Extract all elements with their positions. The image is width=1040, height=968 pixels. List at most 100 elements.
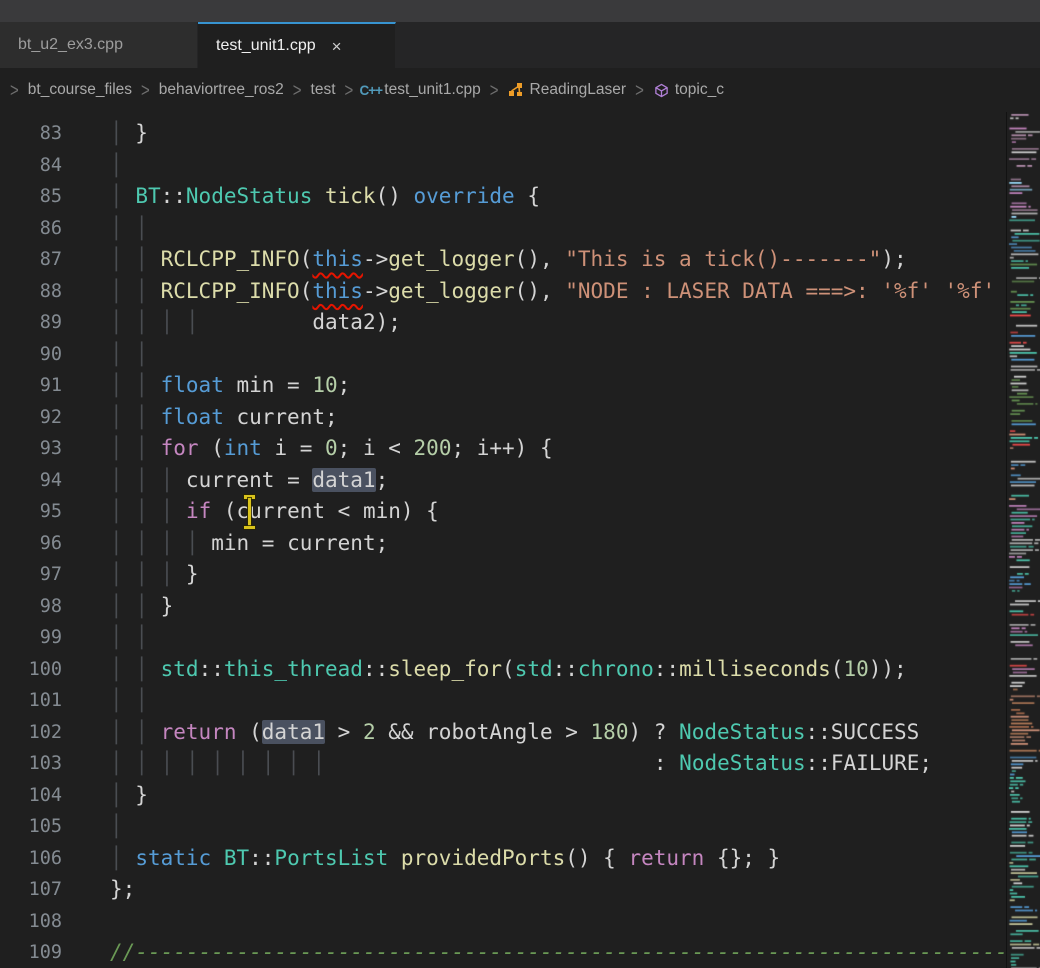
breadcrumb: > bt_course_files > behaviortree_ros2 > test >…: [0, 68, 1040, 112]
code-line-87[interactable]: 87│ │ RCLCPP_INFO(this->get_logger(), "T…: [0, 244, 1040, 276]
code-line-90[interactable]: 90 │ │: [0, 339, 1040, 371]
line-text: │ │ float min = 10;: [110, 370, 350, 402]
breadcrumb-separator: >: [635, 79, 644, 101]
line-number: 86: [0, 213, 62, 245]
close-icon[interactable]: ×: [332, 38, 342, 55]
code-line-91[interactable]: 91 │ │ float min = 10;: [0, 370, 1040, 402]
code-line-100[interactable]: 100│ │ std::this_thread::sleep_for(std::…: [0, 654, 1040, 686]
breadcrumb-item-test[interactable]: test: [311, 81, 336, 99]
code-line-86[interactable]: 86 │ │: [0, 213, 1040, 245]
line-text: │ │ }: [110, 591, 173, 623]
line-text: //--------------------------------------…: [110, 937, 1040, 968]
line-number: 90: [0, 339, 62, 371]
breadcrumb-separator: >: [10, 79, 19, 101]
code-line-107[interactable]: 107};: [0, 874, 1040, 906]
breadcrumb-label: ReadingLaser: [530, 81, 627, 99]
code-line-105[interactable]: 105│: [0, 811, 1040, 843]
line-text: │ │ │ }: [110, 559, 199, 591]
breadcrumb-item-behaviortree_ros2[interactable]: behaviortree_ros2: [159, 81, 284, 99]
code-line-96[interactable]: 96 │ │ │ │ min = current;: [0, 528, 1040, 560]
line-text: │ │ std::this_thread::sleep_for(std::chr…: [110, 654, 907, 686]
breadcrumb-label: bt_course_files: [28, 81, 132, 99]
code-line-106[interactable]: 106│ static BT::PortsList providedPorts(…: [0, 843, 1040, 875]
line-number: 98: [0, 591, 62, 623]
line-text: │ │ │ │ data2);: [110, 307, 401, 339]
mouse-cursor-ibeam: [242, 495, 257, 529]
line-number: 104: [0, 780, 62, 812]
breadcrumb-separator: >: [345, 79, 354, 101]
code-line-98[interactable]: 98 │ │ }: [0, 591, 1040, 623]
line-number: 97: [0, 559, 62, 591]
code-line-88[interactable]: 88│ │ RCLCPP_INFO(this->get_logger(), "N…: [0, 276, 1040, 308]
line-text: │ │: [110, 213, 148, 245]
line-number: 91: [0, 370, 62, 402]
code-line-83[interactable]: 83 │ }: [0, 118, 1040, 150]
line-text: │ │: [110, 685, 148, 717]
line-number: 83: [0, 118, 62, 150]
line-text: │ │ │ │ min = current;: [110, 528, 388, 560]
breadcrumb-label: test: [311, 81, 336, 99]
code-line-104[interactable]: 104 │ }: [0, 780, 1040, 812]
class-symbol-icon: [508, 82, 525, 99]
code-line-89[interactable]: 89 │ │ │ │ data2);: [0, 307, 1040, 339]
line-number: 92: [0, 402, 62, 434]
tab-label: test_unit1.cpp: [216, 37, 316, 55]
line-text: │ }: [110, 118, 148, 150]
line-text: │ static BT::PortsList providedPorts() {…: [110, 843, 780, 875]
line-text: │ BT::NodeStatus tick() override {: [110, 181, 540, 213]
breadcrumb-item-test_unit1.cpp[interactable]: C++ test_unit1.cpp: [362, 81, 481, 99]
line-number: 108: [0, 906, 62, 938]
line-number: 103: [0, 748, 62, 780]
line-number: 93: [0, 433, 62, 465]
line-number: 84: [0, 150, 62, 182]
field-symbol-icon: [653, 82, 670, 99]
code-line-99[interactable]: 99 │ │: [0, 622, 1040, 654]
line-number: 96: [0, 528, 62, 560]
breadcrumb-separator: >: [293, 79, 302, 101]
breadcrumb-item-bt_course_files[interactable]: bt_course_files: [28, 81, 132, 99]
breadcrumb-item-ReadingLaser[interactable]: ReadingLaser: [508, 81, 627, 99]
vscode-window: bt_u2_ex3.cpp test_unit1.cpp × > bt_cours…: [0, 0, 1040, 968]
line-text: │ │ float current;: [110, 402, 338, 434]
breadcrumb-label: test_unit1.cpp: [384, 81, 481, 99]
tab-bt_u2_ex3.cpp[interactable]: bt_u2_ex3.cpp: [0, 22, 198, 68]
code-line-85[interactable]: 85 │ BT::NodeStatus tick() override {: [0, 181, 1040, 213]
line-text: │ │: [110, 339, 148, 371]
line-text: │ │: [110, 622, 148, 654]
breadcrumb-separator: >: [490, 79, 499, 101]
code-line-84[interactable]: 84 │: [0, 150, 1040, 182]
code-line-94[interactable]: 94│ │ │ current = data1;: [0, 465, 1040, 497]
line-text: │: [110, 150, 123, 182]
line-number: 95: [0, 496, 62, 528]
tab-test_unit1.cpp[interactable]: test_unit1.cpp ×: [198, 22, 396, 68]
line-text: │ }: [110, 780, 148, 812]
minimap[interactable]: [1006, 112, 1040, 968]
line-number: 85: [0, 181, 62, 213]
line-number: 101: [0, 685, 62, 717]
code-line-102[interactable]: 102 │ │ return (data1 > 2 && robotAngle >…: [0, 717, 1040, 749]
code-line-95[interactable]: 95│ │ │ if (current < min) {: [0, 496, 1040, 528]
cpp-file-icon: C++: [362, 82, 379, 99]
line-number: 109: [0, 937, 62, 968]
code-line-103[interactable]: 103│ │ │ │ │ │ │ │ │ : NodeStatus::FAILU…: [0, 748, 1040, 780]
code-line-93[interactable]: 93 │ │ for (int i = 0; i < 200; i++) {: [0, 433, 1040, 465]
tab-bar: bt_u2_ex3.cpp test_unit1.cpp ×: [0, 22, 1040, 68]
line-number: 102: [0, 717, 62, 749]
line-number: 99: [0, 622, 62, 654]
code-line-101[interactable]: 101 │ │: [0, 685, 1040, 717]
breadcrumb-label: behaviortree_ros2: [159, 81, 284, 99]
line-text: │ │ RCLCPP_INFO(this->get_logger(), "Thi…: [110, 244, 907, 276]
line-text: │ │ return (data1 > 2 && robotAngle > 18…: [110, 717, 919, 749]
line-number: 88: [0, 276, 62, 308]
code-line-108[interactable]: 108: [0, 906, 1040, 938]
line-number: 105: [0, 811, 62, 843]
line-text: │ │ for (int i = 0; i < 200; i++) {: [110, 433, 553, 465]
breadcrumb-item-topic_c[interactable]: topic_c: [653, 81, 724, 99]
code-editor[interactable]: 83│ }84│85│ BT::NodeStatus tick() overri…: [0, 112, 1040, 968]
code-line-92[interactable]: 92 │ │ float current;: [0, 402, 1040, 434]
code-line-97[interactable]: 97 │ │ │ }: [0, 559, 1040, 591]
line-number: 89: [0, 307, 62, 339]
tab-label: bt_u2_ex3.cpp: [18, 36, 123, 54]
line-text: │ │ │ current = data1;: [110, 465, 388, 497]
code-line-109[interactable]: 109 //-----------------------------------…: [0, 937, 1040, 968]
